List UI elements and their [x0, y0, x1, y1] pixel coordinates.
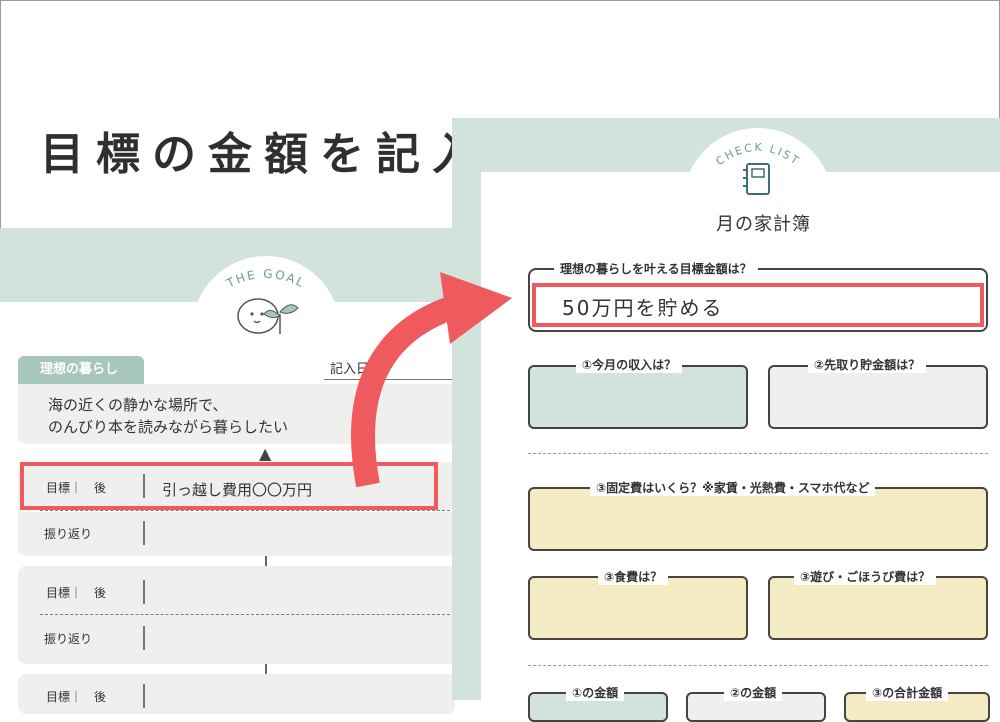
- sprout-character-icon: [237, 298, 299, 334]
- dream-text: 海の近くの静かな場所で、 のんびり本を読みながら暮らしたい: [48, 396, 289, 436]
- fixed-costs-label: ③固定費はいくら？※家賃・光熱費・スマホ代など: [590, 479, 876, 496]
- connector-line: [265, 556, 267, 566]
- notebook-icon: [743, 163, 770, 195]
- row-divider: [143, 626, 145, 650]
- row-divider: [143, 580, 145, 604]
- income-label: ①今月の収入は？: [576, 356, 683, 373]
- review-row-2-label: 振り返り: [44, 632, 93, 646]
- review-row-1-label: 振り返り: [44, 527, 93, 541]
- income-card: [528, 365, 748, 429]
- sum3-label: ③の合計金額: [866, 684, 949, 701]
- savings-card: [768, 365, 988, 429]
- svg-text:THE GOAL: THE GOAL: [223, 267, 307, 291]
- section-divider: [528, 453, 988, 454]
- sum1-label: ①の金額: [566, 684, 625, 701]
- goal-row-3-label: 目標｜ 後: [46, 690, 107, 704]
- sum2-label: ②の金額: [724, 684, 783, 701]
- row-divider: [143, 684, 145, 708]
- food-label: ③食費は？: [598, 568, 669, 585]
- fixed-costs-card: [528, 487, 988, 551]
- section-divider: [528, 665, 988, 666]
- row-dashed-divider: [40, 510, 455, 511]
- goal-amount-label: 理想の暮らしを叶える目標金額は？: [554, 260, 758, 277]
- sheet-title: 月の家計簿: [716, 214, 811, 235]
- goal-row-2-label: 目標｜ 後: [46, 586, 107, 600]
- row-dashed-divider: [40, 614, 455, 615]
- fun-label: ③遊び・ごほうび費は？: [794, 568, 937, 585]
- highlight-goal-amount: [532, 283, 984, 327]
- food-card: [528, 576, 748, 640]
- row-divider: [143, 521, 145, 545]
- page-title: 目標の金額を記入: [40, 129, 488, 180]
- up-arrow-icon: ▲: [259, 444, 272, 463]
- goal-row-2: [18, 566, 455, 664]
- dream-tag: 理想の暮らし: [18, 356, 144, 384]
- connector-line: [265, 664, 267, 674]
- goal-arc-text: THE GOAL: [223, 267, 305, 291]
- savings-label: ②先取り貯金額は？: [808, 356, 927, 373]
- fun-card: [768, 576, 988, 640]
- curved-arrow-icon: [351, 272, 512, 488]
